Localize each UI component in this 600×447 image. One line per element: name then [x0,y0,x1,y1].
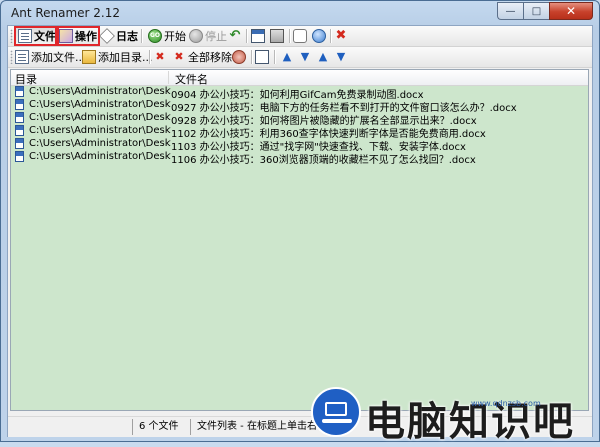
list-item[interactable]: C:\Users\Administrator\Desktop\... 0904 … [11,86,588,101]
start-label: 开始 [164,30,186,43]
word-document-icon [15,99,24,110]
list-item[interactable]: C:\Users\Administrator\Desktop\... 1106 … [11,151,588,166]
remove-dead-button[interactable] [232,48,246,66]
word-document-icon [15,112,24,123]
word-document-icon [15,138,24,149]
window-controls: — □ ✕ [497,2,593,20]
move-up-button[interactable]: ▲ [316,48,330,66]
undo-button[interactable]: ↶ [228,27,242,45]
watermark: 电脑知识吧 www.qdnzsb.com [311,383,600,445]
move-top-icon: ▲ [282,50,292,63]
remove-all-button[interactable]: ✖ 全部移除 [172,48,232,66]
remove-dead-icon [232,50,246,64]
list-item-directory: C:\Users\Administrator\Desktop\... [29,138,171,149]
toolbar-grip[interactable] [10,50,13,64]
maximize-button[interactable]: □ [523,2,549,20]
list-item[interactable]: C:\Users\Administrator\Desktop\... 0928 … [11,112,588,127]
move-down-button[interactable]: ▼ [298,48,312,66]
move-bottom-icon: ▼ [336,50,346,63]
toolbar-grip[interactable] [10,29,13,43]
toolbar-separator [149,50,151,64]
preview-icon [255,50,269,64]
close-button[interactable]: ✕ [549,2,593,20]
add-files-label: 添加文件... [31,51,86,64]
list-item-directory: C:\Users\Administrator\Desktop\... [29,151,171,162]
remove-selected-icon: ✖ [155,50,165,63]
files-tab-label: 文件 [34,30,56,43]
start-button[interactable]: GO 开始 [148,27,186,45]
list-item-directory: C:\Users\Administrator\Desktop\... [29,125,171,136]
watermark-text: 电脑知识吧 [365,399,575,445]
title-bar[interactable]: Ant Renamer 2.12 — □ ✕ [1,1,599,25]
windows-icon [251,29,265,43]
files-tab-button[interactable]: 文件 [15,27,59,45]
log-icon [99,28,115,44]
add-files-button[interactable]: 添加文件... [15,48,86,66]
go-icon: GO [148,29,162,43]
stop-label: 停止 [205,30,227,43]
toolbar-separator [246,29,248,43]
add-folder-icon [82,50,96,64]
stop-icon [189,29,203,43]
windows-button[interactable] [251,27,265,45]
client-area: 文件 操作 日志 GO 开始 停止 ↶ ✖ 添加文件... 添加目录... ✖ … [7,25,593,437]
exit-button[interactable]: ✖ [334,27,348,45]
list-item-directory: C:\Users\Administrator\Desktop\... [29,86,171,97]
actions-tab-button[interactable]: 操作 [59,27,97,45]
move-bottom-button[interactable]: ▼ [334,48,348,66]
move-down-icon: ▼ [300,50,310,63]
list-header: 目录 文件名 [11,70,588,86]
remove-selected-button[interactable]: ✖ [153,48,167,66]
column-header-filename[interactable]: 文件名 [169,71,588,86]
file-list[interactable]: 目录 文件名 C:\Users\Administrator\Desktop\..… [10,69,589,411]
list-item-filename: 1106 办公小技巧：360浏览器顶端的收藏栏不见了怎么找回？.docx [171,155,476,166]
toolbar-separator [274,50,276,64]
help-button[interactable] [293,27,307,45]
list-item[interactable]: C:\Users\Administrator\Desktop\... 0927 … [11,99,588,114]
info-icon [312,29,326,43]
undo-icon: ↶ [229,28,241,43]
add-folders-button[interactable]: 添加目录... [82,48,153,66]
word-document-icon [15,86,24,97]
add-folders-label: 添加目录... [98,51,153,64]
status-file-count: 6 个文件 [132,419,190,435]
minimize-button[interactable]: — [497,2,523,20]
exit-icon: ✖ [335,28,347,43]
laptop-logo-icon [311,387,361,437]
about-button[interactable] [312,27,326,45]
add-files-icon [15,50,29,64]
toolbar-separator [330,29,332,43]
remove-all-icon: ✖ [174,50,184,63]
files-toolbar: 添加文件... 添加目录... ✖ ✖ 全部移除 ▲ ▼ ▲ ▼ [8,47,592,68]
toolbar-separator [251,50,253,64]
remove-all-label: 全部移除 [188,51,232,64]
actions-tab-label: 操作 [75,30,97,43]
watermark-url: www.qdnzsb.com [471,399,541,408]
column-header-directory[interactable]: 目录 [11,71,169,86]
settings-button[interactable] [270,27,284,45]
main-toolbar: 文件 操作 日志 GO 开始 停止 ↶ ✖ [8,26,592,47]
list-item[interactable]: C:\Users\Administrator\Desktop\... 1102 … [11,125,588,140]
log-tab-label: 日志 [116,30,138,43]
list-item[interactable]: C:\Users\Administrator\Desktop\... 1103 … [11,138,588,153]
actions-icon [59,29,73,43]
settings-icon [270,29,284,43]
log-tab-button[interactable]: 日志 [99,27,138,45]
list-item-directory: C:\Users\Administrator\Desktop\... [29,112,171,123]
word-document-icon [15,151,24,162]
preview-button[interactable] [255,48,269,66]
list-item-directory: C:\Users\Administrator\Desktop\... [29,99,171,110]
window-title: Ant Renamer 2.12 [11,6,121,20]
toolbar-separator [289,29,291,43]
speech-bubble-icon [293,29,307,43]
stop-button[interactable]: 停止 [189,27,227,45]
files-icon [18,29,32,43]
word-document-icon [15,125,24,136]
move-top-button[interactable]: ▲ [280,48,294,66]
toolbar-separator [141,29,143,43]
app-window: Ant Renamer 2.12 — □ ✕ 文件 操作 日志 GO 开始 停止… [0,0,600,445]
move-up-icon: ▲ [318,50,328,63]
